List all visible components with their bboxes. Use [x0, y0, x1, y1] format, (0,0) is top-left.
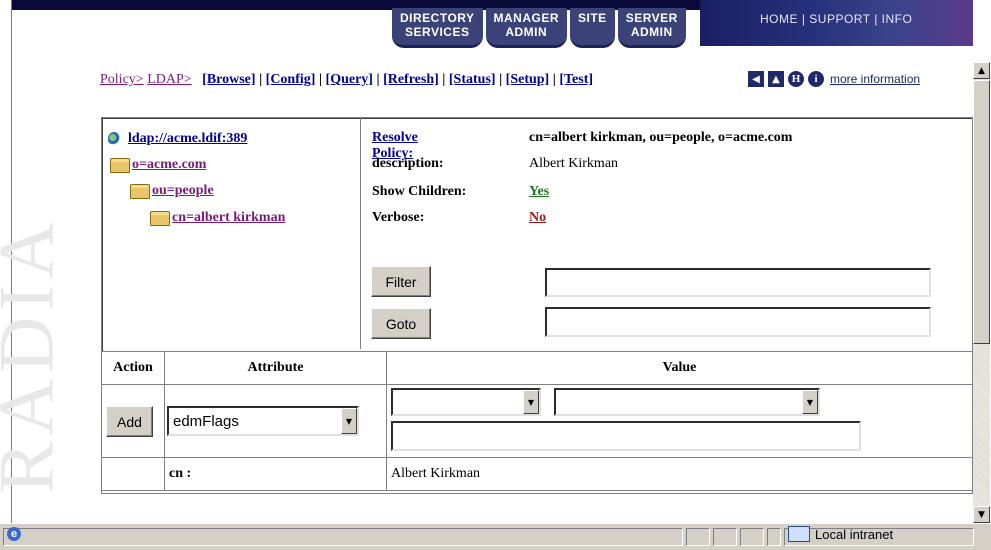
tab-label: MANAGER [493, 11, 560, 25]
tab-server-admin[interactable]: SERVER ADMIN [617, 8, 686, 48]
show-children-label: Show Children: [372, 184, 467, 199]
tree-root-link[interactable]: ldap://acme.ldif:389 [128, 131, 247, 147]
local-intranet-icon [788, 526, 810, 542]
link-separator: | [798, 12, 810, 26]
show-children-toggle[interactable]: Yes [529, 184, 549, 200]
value-type-select[interactable]: ▼ [554, 388, 820, 416]
cmd-separator: | [499, 72, 503, 87]
status-panel [713, 528, 737, 546]
top-links: HOME | SUPPORT | INFO [760, 12, 912, 26]
info-link[interactable]: INFO [882, 12, 913, 26]
operator-select[interactable]: ▼ [391, 388, 541, 416]
config-link[interactable]: [Config] [266, 72, 316, 87]
cmd-separator: | [259, 72, 263, 87]
setup-link[interactable]: [Setup] [506, 72, 550, 87]
verbose-label: Verbose: [372, 210, 425, 225]
chevron-down-icon[interactable]: ▼ [802, 390, 818, 414]
breadcrumb: Policy> LDAP> [Browse] | [Config] | [Que… [100, 72, 593, 88]
tree-item-label[interactable]: o=acme.com [132, 157, 206, 173]
tree-item-acme[interactable]: o=acme.com [110, 157, 206, 173]
folder-icon [130, 183, 150, 199]
tree-item-label[interactable]: cn=albert kirkman [172, 210, 285, 226]
tab-manager-admin[interactable]: MANAGER ADMIN [485, 8, 568, 48]
description-label: description: [372, 156, 444, 171]
filter-button[interactable]: Filter [371, 266, 431, 297]
resolve-policy-value: cn=albert kirkman, ou=people, o=acme.com [529, 130, 793, 145]
up-arrow-icon[interactable]: ▲ [768, 71, 784, 87]
tab-label: SITE [578, 11, 607, 25]
info-icon[interactable]: i [808, 71, 824, 87]
scroll-down-icon[interactable]: ▼ [973, 506, 990, 523]
tree-root[interactable]: ldap://acme.ldif:389 [108, 131, 247, 147]
query-link[interactable]: [Query] [326, 72, 373, 87]
status-message-panel [3, 528, 683, 546]
value-input[interactable] [391, 421, 861, 451]
cmd-separator: | [376, 72, 380, 87]
status-panel [740, 528, 764, 546]
directory-tree: ldap://acme.ldif:389 o=acme.com ou=peopl… [102, 118, 361, 349]
back-arrow-icon[interactable]: ◀ [748, 71, 764, 87]
tab-label: SERVER [625, 11, 678, 25]
test-link[interactable]: [Test] [559, 72, 593, 87]
goto-button[interactable]: Goto [371, 308, 431, 339]
attribute-selected-value: edmFlags [173, 412, 239, 430]
tab-label: ADMIN [630, 25, 673, 39]
watermark-text: RADIA [0, 216, 70, 494]
breadcrumb-policy[interactable]: Policy> [100, 72, 144, 87]
goto-input[interactable] [545, 307, 931, 337]
vertical-scrollbar[interactable]: ▲ ▼ [973, 62, 990, 523]
cmd-separator: | [442, 72, 446, 87]
radia-watermark: RADIA [0, 80, 70, 494]
ie-page-icon: e [7, 527, 21, 541]
scroll-up-icon[interactable]: ▲ [973, 62, 990, 79]
table-row-attribute: cn : [165, 458, 387, 491]
column-header-attribute: Attribute [165, 352, 387, 385]
tab-directory-services[interactable]: DIRECTORY SERVICES [392, 8, 483, 48]
attribute-select[interactable]: edmFlags ▼ [167, 406, 359, 436]
refresh-link[interactable]: [Refresh] [383, 72, 439, 87]
scroll-thumb[interactable] [973, 80, 990, 344]
ldap-server-icon [108, 132, 120, 146]
description-value: Albert Kirkman [529, 156, 619, 171]
tab-label: SERVICES [405, 25, 470, 39]
table-row-value: Albert Kirkman [387, 458, 972, 491]
nav-icons: ◀ ▲ H i more information [748, 71, 920, 87]
tab-label: ADMIN [505, 25, 548, 39]
folder-icon [110, 157, 130, 173]
cmd-separator: | [318, 72, 323, 87]
column-header-action: Action [102, 352, 165, 385]
chevron-down-icon[interactable]: ▼ [341, 408, 357, 434]
status-panel [767, 528, 781, 546]
chevron-down-icon[interactable]: ▼ [523, 390, 539, 414]
zone-label: Local intranet [815, 527, 894, 542]
cmd-separator: | [552, 72, 556, 87]
breadcrumb-ldap[interactable]: LDAP> [147, 72, 191, 87]
home-link[interactable]: HOME [760, 12, 798, 26]
tab-label: DIRECTORY [400, 11, 475, 25]
folder-icon [150, 210, 170, 226]
support-link[interactable]: SUPPORT [809, 12, 870, 26]
filter-input[interactable] [545, 268, 931, 297]
status-panel [686, 528, 710, 546]
more-information-link[interactable]: more information [830, 72, 920, 86]
help-icon[interactable]: H [788, 71, 804, 87]
tree-item-label[interactable]: ou=people [152, 183, 214, 199]
column-header-value: Value [387, 352, 972, 385]
tree-item-people[interactable]: ou=people [130, 183, 214, 199]
status-link[interactable]: [Status] [449, 72, 496, 87]
table-row-action [102, 458, 165, 491]
tree-item-albert-kirkman[interactable]: cn=albert kirkman [150, 210, 285, 226]
link-separator: | [870, 12, 882, 26]
top-nav-tabs: DIRECTORY SERVICES MANAGER ADMIN SITE SE… [392, 8, 689, 48]
add-button[interactable]: Add [106, 406, 153, 437]
verbose-toggle[interactable]: No [529, 210, 546, 226]
tab-site[interactable]: SITE [570, 8, 615, 48]
browse-link[interactable]: [Browse] [202, 72, 255, 87]
